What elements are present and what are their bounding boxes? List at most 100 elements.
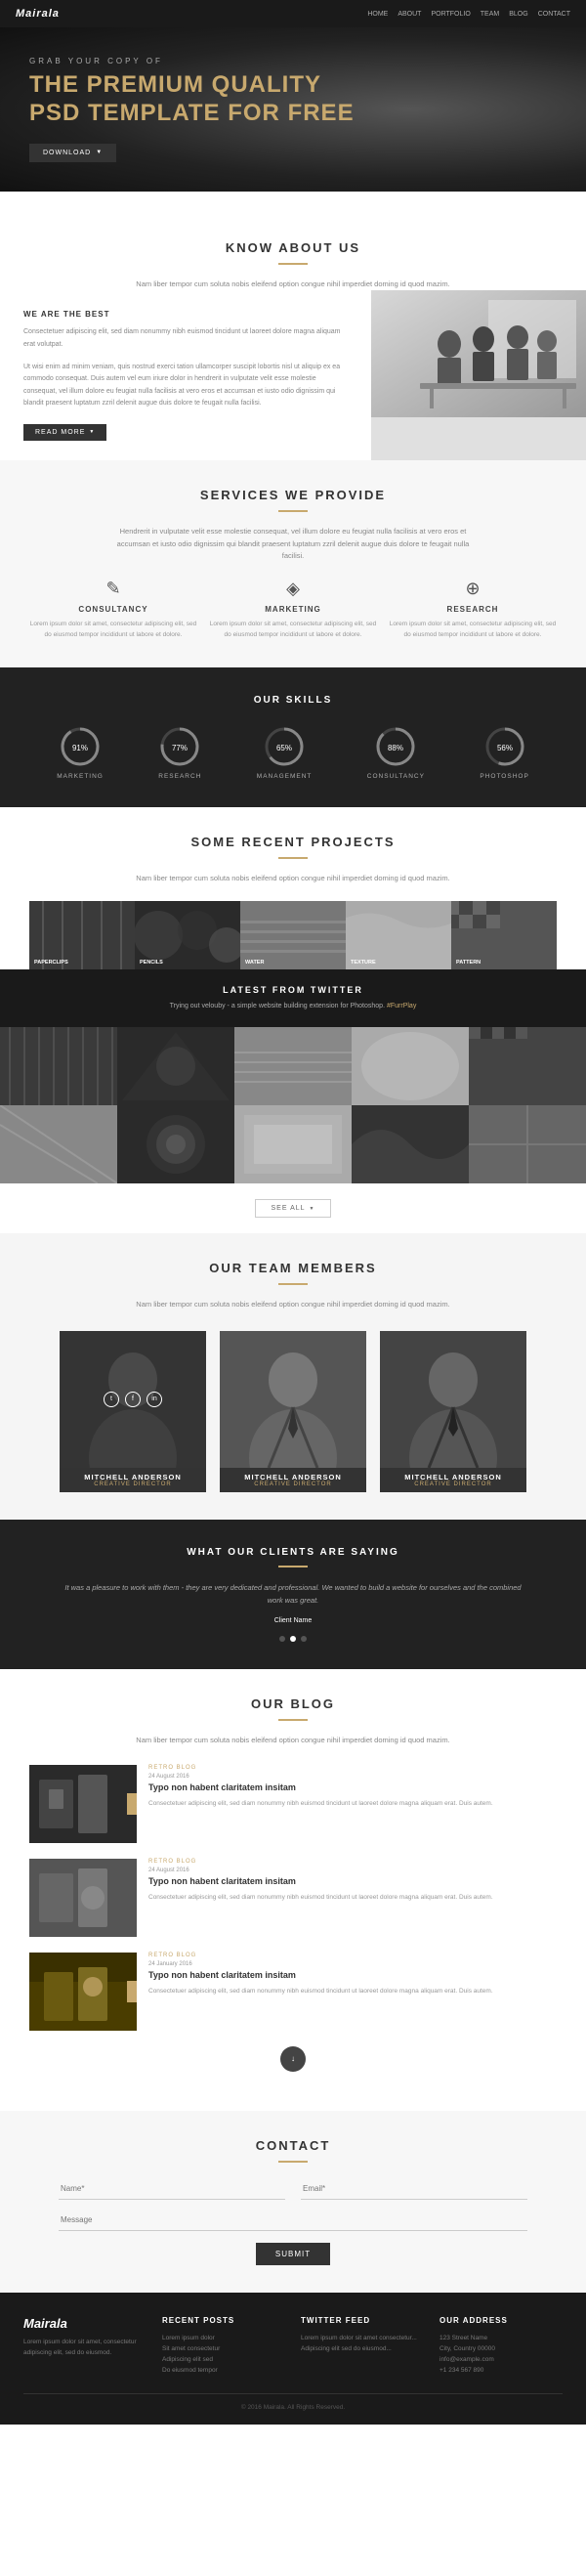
blog-content-2: Retro Blog 24 August 2016 Typo non haben… (148, 1859, 557, 1904)
footer-address-1: 123 Street Name (440, 2335, 563, 2341)
nav-blog[interactable]: Blog (509, 11, 527, 18)
contact-row-1 (59, 2178, 527, 2200)
nav-contact[interactable]: Contact (538, 11, 570, 18)
twitter-icon[interactable]: t (104, 1392, 119, 1407)
contact-message-input[interactable] (59, 2210, 527, 2231)
contact-header: Contact (59, 2138, 527, 2163)
projects-divider (278, 857, 308, 859)
blog-thumb-2[interactable] (29, 1859, 137, 1937)
nav-home[interactable]: Home (367, 11, 388, 18)
photo-cell-8[interactable] (234, 1105, 352, 1183)
projects-intro: Nam liber tempor cum soluta nobis eleife… (107, 873, 479, 885)
testimonial-section: What Our Clients Are Saying It was a ple… (0, 1520, 586, 1669)
pagination-button[interactable]: ↓ (280, 2046, 306, 2072)
blog-intro: Nam liber tempor cum soluta nobis eleife… (107, 1735, 479, 1747)
nav-about[interactable]: About (398, 11, 421, 18)
blog-category-3: Retro Blog (148, 1953, 557, 1958)
team-header: Our Team Members Nam liber tempor cum so… (20, 1261, 566, 1311)
photo-cell-1[interactable] (0, 1027, 117, 1105)
footer-address-3[interactable]: info@example.com (440, 2356, 563, 2363)
team-member-3: Mitchell Anderson Creative Director (380, 1331, 526, 1492)
footer-post-1[interactable]: Lorem ipsum dolor (162, 2335, 285, 2341)
blog-content-3: Retro Blog 24 January 2016 Typo non habe… (148, 1953, 557, 1997)
team-photo-2 (220, 1331, 366, 1468)
blog-title-3[interactable]: Typo non habent claritatem insitam (148, 1970, 557, 1982)
team-photo-1: t f in (60, 1331, 206, 1468)
nav-portfolio[interactable]: Portfolio (431, 11, 470, 18)
about-image-svg (371, 290, 586, 417)
footer-post-3[interactable]: Adipiscing elit sed (162, 2356, 285, 2363)
photo-cell-2[interactable] (117, 1027, 234, 1105)
about-image (371, 290, 586, 460)
team-member-role-2: Creative Director (226, 1481, 360, 1487)
svg-text:88%: 88% (388, 744, 403, 752)
photo-cell-3[interactable] (234, 1027, 352, 1105)
testimonial-dot-2[interactable] (290, 1636, 296, 1642)
projects-title: Some Recent Projects (29, 835, 557, 849)
about-header: Know About Us Nam liber tempor cum solut… (0, 219, 586, 291)
blog-item-2: Retro Blog 24 August 2016 Typo non haben… (29, 1859, 557, 1937)
testimonial-dot-3[interactable] (301, 1636, 307, 1642)
testimonial-dot-1[interactable] (279, 1636, 285, 1642)
nav-team[interactable]: Team (481, 11, 499, 18)
footer-recent-posts-title: Recent Posts (162, 2316, 285, 2325)
project-thumb-1[interactable]: Paperclips (29, 901, 135, 969)
blog-title-1[interactable]: Typo non habent claritatem insitam (148, 1782, 557, 1794)
blog-date-3: 24 January 2016 (148, 1961, 557, 1967)
project-thumb-4[interactable]: Texture (346, 901, 451, 969)
blog-title-2[interactable]: Typo non habent claritatem insitam (148, 1876, 557, 1888)
about-read-more-button[interactable]: Read More (23, 424, 106, 441)
team-member-role-3: Creative Director (386, 1481, 521, 1487)
blog-arrow-1: › (127, 1793, 137, 1815)
photo-cell-5[interactable] (469, 1027, 586, 1105)
hero-download-button[interactable]: Download (29, 144, 116, 162)
marketing-icon: ◈ (209, 579, 377, 599)
twitter-link[interactable]: #FurrPlay (387, 1003, 416, 1009)
blog-date-1: 24 August 2016 (148, 1774, 557, 1780)
photo-cell-6[interactable] (0, 1105, 117, 1183)
photo-cell-7[interactable] (117, 1105, 234, 1183)
skill-label-consultancy: Consultancy (367, 773, 425, 780)
blog-thumb-1[interactable]: › (29, 1765, 137, 1843)
see-all-button[interactable]: See All (255, 1199, 332, 1218)
project-label-4: Texture (351, 960, 376, 966)
project-thumb-5[interactable]: Pattern (451, 901, 557, 969)
skill-item-photoshop: 56% Photoshop (480, 725, 528, 780)
photo-cell-10[interactable] (469, 1105, 586, 1183)
photo-cell-9[interactable] (352, 1105, 469, 1183)
team-member-role-1: Creative Director (65, 1481, 200, 1487)
svg-text:77%: 77% (172, 744, 188, 752)
contact-submit-wrapper: Submit (59, 2243, 527, 2265)
blog-desc-1: Consectetuer adipiscing elit, sed diam n… (148, 1798, 557, 1809)
contact-email-input[interactable] (301, 2178, 527, 2200)
photo-cell-4[interactable] (352, 1027, 469, 1105)
team-divider (278, 1283, 308, 1285)
blog-thumb-3[interactable]: › (29, 1953, 137, 2031)
blog-category-2: Retro Blog (148, 1859, 557, 1865)
contact-submit-button[interactable]: Submit (256, 2243, 330, 2265)
service-desc-marketing: Lorem ipsum dolor sit amet, consectetur … (209, 619, 377, 640)
footer-post-4[interactable]: Do eiusmod tempor (162, 2367, 285, 2374)
service-desc-research: Lorem ipsum dolor sit amet, consectetur … (389, 619, 557, 640)
footer-post-2[interactable]: Sit amet consectetur (162, 2345, 285, 2352)
facebook-icon[interactable]: f (125, 1392, 141, 1407)
project-label-5: Pattern (456, 960, 481, 966)
services-intro: Hendrerit in vulputate velit esse molest… (107, 526, 479, 563)
linkedin-icon[interactable]: in (146, 1392, 162, 1407)
project-label-3: Water (245, 960, 264, 966)
photo-svg-1 (0, 1027, 117, 1105)
photo-svg-6 (0, 1105, 117, 1183)
testimonial-title: What Our Clients Are Saying (59, 1547, 527, 1558)
about-section: Know About Us Nam liber tempor cum solut… (0, 192, 586, 460)
nav-logo[interactable]: Mairala (16, 8, 60, 20)
blog-image-svg-1 (29, 1765, 137, 1843)
project-thumb-2[interactable]: Pencils (135, 901, 240, 969)
contact-name-input[interactable] (59, 2178, 285, 2200)
skill-item-marketing: 91% Marketing (57, 725, 104, 780)
footer-grid: Mairala Lorem ipsum dolor sit amet, cons… (23, 2316, 563, 2378)
blog-header: Our Blog Nam liber tempor cum soluta nob… (29, 1696, 557, 1747)
blog-item-3: › Retro Blog 24 January 2016 Typo non ha… (29, 1953, 557, 2031)
svg-text:56%: 56% (497, 744, 513, 752)
testimonial-dots (59, 1636, 527, 1642)
project-thumb-3[interactable]: Water (240, 901, 346, 969)
